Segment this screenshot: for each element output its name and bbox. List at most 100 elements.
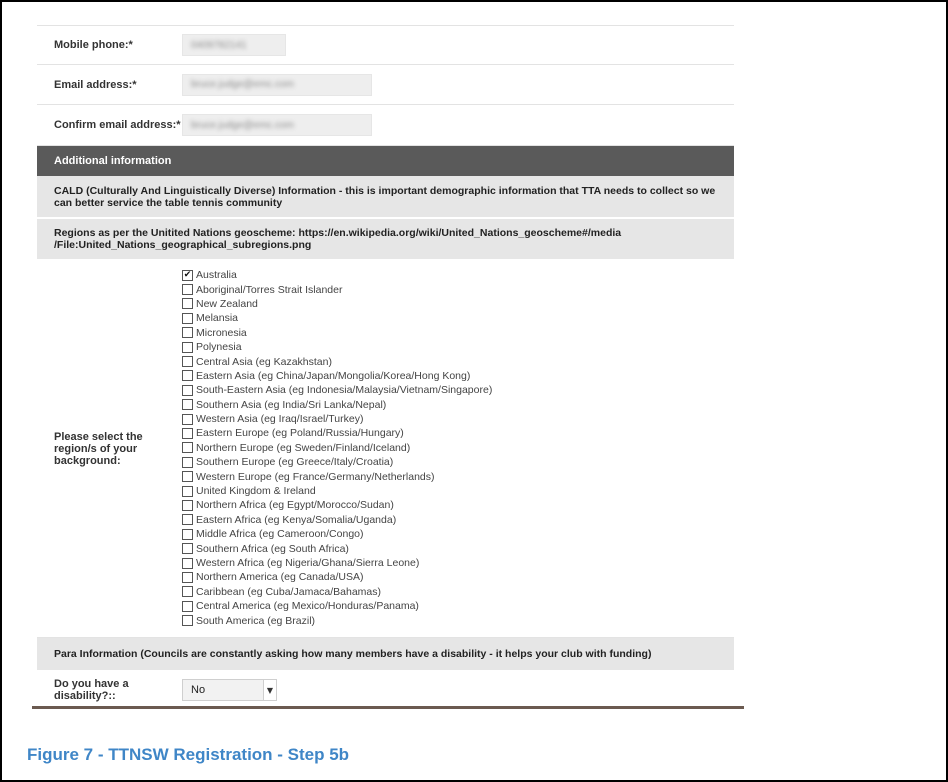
region-label: Northern Europe (eg Sweden/Finland/Icela… (196, 441, 411, 454)
region-option[interactable]: Western Europe (eg France/Germany/Nether… (182, 469, 492, 483)
region-option[interactable]: Australia (182, 268, 492, 282)
checkbox[interactable] (182, 442, 193, 454)
region-label: New Zealand (196, 297, 258, 310)
region-option[interactable]: Melansia (182, 311, 492, 325)
checkbox[interactable] (182, 456, 193, 468)
confirm-email-input[interactable]: bruce.judge@emc.com (182, 114, 372, 136)
checkbox[interactable] (182, 341, 193, 353)
region-option[interactable]: Central Asia (eg Kazakhstan) (182, 354, 492, 368)
checkbox[interactable] (182, 327, 193, 339)
cropped-bottom-edge (32, 706, 744, 709)
regions-info-text: Regions as per the Unitited Nations geos… (54, 227, 622, 251)
checkbox[interactable] (182, 312, 193, 324)
checkbox[interactable] (182, 543, 193, 555)
region-label: Western Asia (eg Iraq/Israel/Turkey) (196, 413, 364, 426)
region-option[interactable]: Micronesia (182, 326, 492, 340)
region-option[interactable]: Northern America (eg Canada/USA) (182, 570, 492, 584)
region-label: Southern Africa (eg South Africa) (196, 542, 349, 555)
checkbox[interactable] (182, 600, 193, 612)
mobile-input[interactable]: 0409782141 (182, 34, 286, 56)
region-label: Central America (eg Mexico/Honduras/Pana… (196, 600, 419, 613)
region-label: Micronesia (196, 326, 247, 339)
region-label: South America (eg Brazil) (196, 614, 316, 627)
additional-info-header: Additional information (37, 146, 734, 176)
region-label: Eastern Europe (eg Poland/Russia/Hungary… (196, 427, 404, 440)
mobile-value: 0409782141 (191, 39, 247, 51)
region-option[interactable]: Western Asia (eg Iraq/Israel/Turkey) (182, 412, 492, 426)
figure-caption: Figure 7 - TTNSW Registration - Step 5b (27, 745, 350, 764)
disability-row: Do you have a disability?:: No ▼ (37, 672, 734, 707)
region-label: Central Asia (eg Kazakhstan) (196, 355, 332, 368)
registration-form: Mobile phone:* 0409782141 Email address:… (37, 7, 734, 707)
region-option[interactable]: Eastern Europe (eg Poland/Russia/Hungary… (182, 426, 492, 440)
regions-label: Please select the region/s of your backg… (54, 431, 143, 467)
region-option[interactable]: South America (eg Brazil) (182, 613, 492, 627)
region-label: Southern Europe (eg Greece/Italy/Croatia… (196, 456, 394, 469)
region-option[interactable]: Polynesia (182, 340, 492, 354)
region-label: Middle Africa (eg Cameroon/Congo) (196, 528, 364, 541)
email-row: Email address:* bruce.judge@emc.com (37, 65, 734, 105)
region-option[interactable]: Southern Europe (eg Greece/Italy/Croatia… (182, 455, 492, 469)
email-label: Email address:* (54, 78, 137, 91)
region-option[interactable]: Southern Asia (eg India/Sri Lanka/Nepal) (182, 398, 492, 412)
region-option[interactable]: Western Africa (eg Nigeria/Ghana/Sierra … (182, 556, 492, 570)
region-option[interactable]: Middle Africa (eg Cameroon/Congo) (182, 527, 492, 541)
region-option[interactable]: United Kingdom & Ireland (182, 484, 492, 498)
region-option[interactable]: Aboriginal/Torres Strait Islander (182, 282, 492, 296)
checkbox[interactable] (182, 485, 193, 497)
checkbox[interactable] (182, 615, 193, 627)
email-value: bruce.judge@emc.com (191, 79, 294, 90)
region-option[interactable]: South-Eastern Asia (eg Indonesia/Malaysi… (182, 383, 492, 397)
checkbox[interactable] (182, 284, 193, 296)
region-label: Aboriginal/Torres Strait Islander (196, 283, 343, 296)
checkbox[interactable] (182, 571, 193, 583)
mobile-row: Mobile phone:* 0409782141 (37, 26, 734, 65)
region-label: Northern America (eg Canada/USA) (196, 571, 364, 584)
cald-info-text: CALD (Culturally And Linguistically Dive… (54, 184, 716, 209)
region-option[interactable]: Central America (eg Mexico/Honduras/Pana… (182, 599, 492, 613)
chevron-down-icon: ▼ (263, 680, 276, 700)
region-option[interactable]: Northern Europe (eg Sweden/Finland/Icela… (182, 441, 492, 455)
confirm-email-value: bruce.judge@emc.com (191, 119, 294, 131)
region-label: United Kingdom & Ireland (196, 485, 316, 498)
email-input[interactable]: bruce.judge@emc.com (182, 73, 372, 96)
para-info-text: Para Information (Councils are constantl… (54, 648, 652, 660)
checkbox[interactable] (182, 499, 193, 511)
region-label: Western Europe (eg France/Germany/Nether… (196, 470, 435, 483)
region-option[interactable]: Caribbean (eg Cuba/Jamaca/Bahamas) (182, 585, 492, 599)
confirm-email-row: Confirm email address:* bruce.judge@emc.… (37, 105, 734, 146)
region-option[interactable]: Northern Africa (eg Egypt/Morocco/Sudan) (182, 498, 492, 512)
checkbox[interactable] (182, 370, 193, 382)
cropped-row (37, 7, 734, 26)
checkbox[interactable] (182, 356, 193, 368)
region-option[interactable]: Eastern Asia (eg China/Japan/Mongolia/Ko… (182, 369, 492, 383)
checkbox[interactable] (182, 384, 193, 396)
region-label: Australia (196, 269, 237, 282)
disability-select[interactable]: No ▼ (182, 679, 277, 701)
regions-checkbox-list: AustraliaAboriginal/Torres Strait Island… (182, 261, 492, 637)
checkbox-checked[interactable] (182, 269, 193, 281)
checkbox[interactable] (182, 399, 193, 411)
region-label: Eastern Africa (eg Kenya/Somalia/Uganda) (196, 513, 397, 526)
region-option[interactable]: Eastern Africa (eg Kenya/Somalia/Uganda) (182, 513, 492, 527)
document-page: Mobile phone:* 0409782141 Email address:… (0, 0, 948, 782)
region-label: Western Africa (eg Nigeria/Ghana/Sierra … (196, 557, 420, 569)
checkbox[interactable] (182, 514, 193, 526)
region-label: Southern Asia (eg India/Sri Lanka/Nepal) (196, 398, 387, 411)
mobile-label: Mobile phone:* (54, 39, 133, 51)
disability-value: No (191, 684, 206, 696)
checkbox[interactable] (182, 427, 193, 439)
checkbox[interactable] (182, 413, 193, 425)
region-label: Polynesia (196, 341, 242, 354)
checkbox[interactable] (182, 586, 193, 598)
region-option[interactable]: New Zealand (182, 297, 492, 311)
checkbox[interactable] (182, 557, 193, 569)
region-label: Eastern Asia (eg China/Japan/Mongolia/Ko… (196, 369, 471, 382)
para-info: Para Information (Councils are constantl… (37, 638, 734, 672)
regions-info: Regions as per the Unitited Nations geos… (37, 219, 734, 261)
region-option[interactable]: Southern Africa (eg South Africa) (182, 541, 492, 555)
checkbox[interactable] (182, 528, 193, 540)
disability-label: Do you have a disability?:: (54, 678, 129, 702)
checkbox[interactable] (182, 471, 193, 483)
checkbox[interactable] (182, 298, 193, 310)
